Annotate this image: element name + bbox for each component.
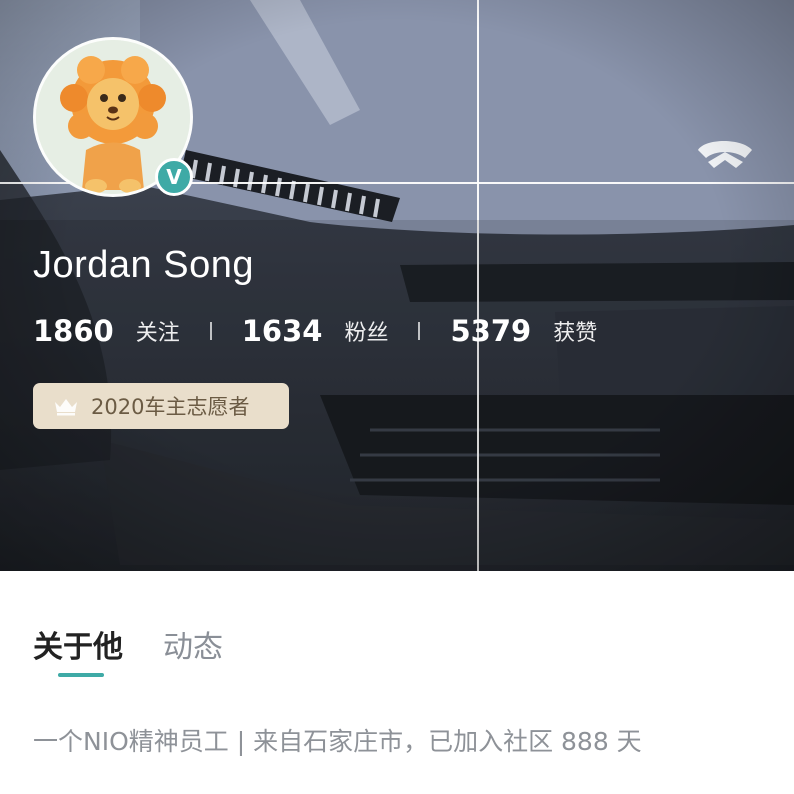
likes-count: 5379: [450, 314, 532, 348]
tab-activity[interactable]: 动态: [163, 622, 223, 666]
following-count[interactable]: 1860: [33, 314, 114, 348]
badge-label: 2020车主志愿者: [91, 395, 250, 419]
user-name: Jordan Song: [33, 244, 254, 286]
user-bio: 一个NIO精神员工 | 来自石家庄市，已加入社区 888 天: [33, 727, 642, 756]
followers-label[interactable]: 粉丝: [344, 315, 388, 347]
stat-divider: [418, 322, 421, 340]
profile-cover: V Jordan Song 1860 关注 1634 粉丝 5379 获赞 20…: [0, 0, 794, 571]
stat-divider: [209, 322, 212, 340]
active-tab-indicator: [58, 673, 104, 677]
likes-label: 获赞: [553, 321, 598, 346]
volunteer-badge[interactable]: 2020车主志愿者: [33, 383, 289, 429]
crown-icon: [55, 399, 77, 416]
following-label[interactable]: 关注: [136, 315, 180, 347]
tab-about[interactable]: 关于他: [33, 622, 123, 666]
user-stats: 1860 关注 1634 粉丝 5379 获赞: [33, 311, 597, 351]
profile-tabs: 关于他 动态: [33, 622, 263, 666]
verified-badge-icon: V: [155, 158, 193, 196]
followers-count[interactable]: 1634: [242, 314, 323, 348]
